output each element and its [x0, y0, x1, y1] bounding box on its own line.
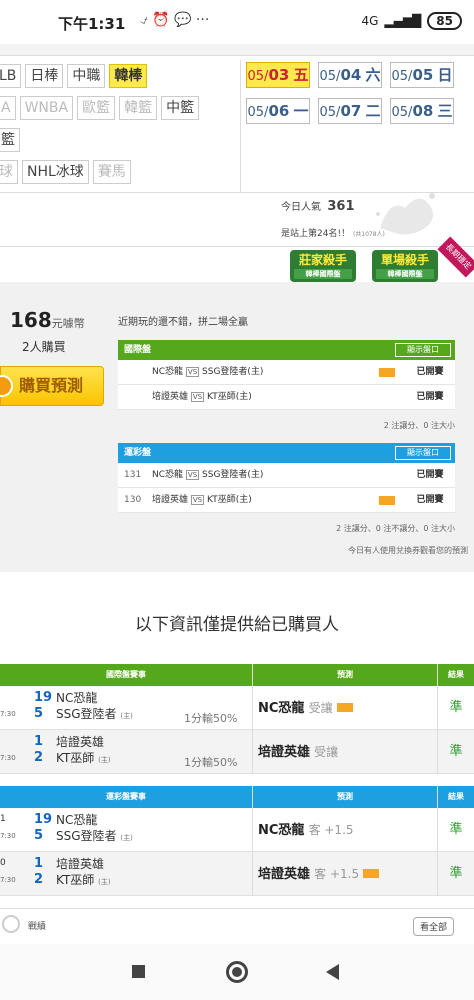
recents-icon[interactable] — [132, 965, 145, 978]
single-killer-badge: 單場殺手 韓棒國際盤 — [372, 250, 438, 282]
table-header: 運彩盤 顯示盤口 — [118, 443, 455, 463]
network-icon: 4G — [361, 14, 379, 28]
exchange-note: 今日有人使用兌換券觀看您的預測 — [348, 546, 468, 555]
record-label: 戰績 — [28, 922, 47, 932]
category-tag[interactable]: 中籃 — [161, 96, 200, 120]
table-header: 國際盤 顯示盤口 — [118, 340, 455, 360]
buy-prediction-button[interactable]: 購買預測 — [0, 366, 104, 406]
status-time: 下午1:31 — [58, 15, 126, 33]
lottery-odds-table: 運彩盤 顯示盤口 131 NC恐龍 VS SSG登陸者(主) 已開賽 130 培證… — [118, 443, 455, 513]
date-tab[interactable]: 05/07 二 — [318, 98, 382, 124]
category-tag[interactable]: NHL冰球 — [22, 160, 89, 184]
show-odds-button[interactable]: 顯示盤口 — [395, 446, 451, 460]
view-all-button[interactable]: 看全部 — [412, 917, 454, 936]
predictor-note: 近期玩的還不錯，拼二場全贏 — [118, 317, 248, 328]
table-row: 131 NC恐龍 VS SSG登陸者(主) 已開賽 — [118, 463, 455, 488]
hot-icon — [379, 368, 395, 377]
back-icon[interactable] — [326, 964, 339, 980]
buyer-count: 2人購買 — [22, 340, 66, 354]
category-tag[interactable]: 中職 — [67, 64, 106, 88]
category-tag[interactable]: A — [0, 96, 16, 120]
record-icon — [2, 915, 20, 933]
battery-icon: 85 — [427, 12, 462, 30]
table-row: 7:30 19 5 NC恐龍 SSG登陸者 (主) 1分輸50% NC恐龍 受讓 準 — [0, 686, 474, 730]
category-tag[interactable]: 歐籃 — [77, 96, 116, 120]
table-row: 培證英雄 VS KT巫師(主) 已開賽 — [118, 385, 455, 410]
category-tag-selected[interactable]: 韓棒 — [109, 64, 148, 88]
table-header: 運彩盤賽事 預測 結果 — [0, 786, 474, 808]
date-tab[interactable]: 05/05 日 — [390, 62, 454, 88]
status-right: 4G ▂▄▆█ 85 — [361, 12, 462, 30]
table-row: NC恐龍 VS SSG登陸者(主) 已開賽 — [118, 360, 455, 385]
intl-results-table: 國際盤賽事 預測 結果 7:30 19 5 NC恐龍 SSG登陸者 (主) 1分輸5… — [0, 664, 474, 774]
lottery-results-table: 運彩盤賽事 預測 結果 1 7:30 19 5 NC恐龍 SSG登陸者 (主) NC… — [0, 786, 474, 896]
status-icons: ⍻ ⏰ 💬 ··· — [140, 12, 210, 28]
stable-ribbon: 長期穩定 — [437, 236, 474, 278]
category-row: A WNBA 歐籃 韓籃 中籃 — [0, 96, 200, 122]
date-tab[interactable]: 05/08 三 — [390, 98, 454, 124]
hot-icon — [336, 703, 353, 712]
category-tag[interactable]: WNBA — [19, 96, 74, 120]
system-nav-bar — [0, 944, 474, 1000]
buyers-only-notice: 以下資訊僅提供給已購買人 — [135, 615, 339, 635]
category-tag[interactable]: 籃 — [0, 128, 20, 152]
date-tab[interactable]: 05/04 六 — [318, 62, 382, 88]
show-odds-button[interactable]: 顯示盤口 — [395, 343, 451, 357]
table-row: 130 培證英雄 VS KT巫師(主) 已開賽 — [118, 488, 455, 513]
dealer-killer-badge: 莊家殺手 韓棒國際盤 — [290, 250, 356, 282]
table-row: 0 7:30 12 培證英雄 KT巫師 (主) 培證英雄 客 +1.5 準 — [0, 852, 474, 896]
category-tag[interactable]: 賽馬 — [92, 160, 131, 184]
record-bar: 戰績 看全部 — [0, 908, 474, 940]
intl-summary: 2 注讓分、0 注大小 — [383, 421, 455, 430]
date-tab-selected[interactable]: 05/03 五 — [246, 62, 310, 88]
intl-odds-table: 國際盤 顯示盤口 NC恐龍 VS SSG登陸者(主) 已開賽 培證英雄 VS KT… — [118, 340, 455, 410]
splash-decoration-icon — [376, 193, 435, 235]
date-tab[interactable]: 05/06 一 — [246, 98, 310, 124]
category-tag[interactable]: 韓籃 — [119, 96, 158, 120]
category-tag[interactable]: 日棒 — [25, 64, 64, 88]
table-row: 1 7:30 19 5 NC恐龍 SSG登陸者 (主) NC恐龍 客 +1.5 準 — [0, 808, 474, 852]
divider — [240, 60, 241, 192]
category-tag[interactable]: LB — [0, 64, 22, 88]
category-row: 球 NHL冰球 賽馬 — [0, 160, 131, 186]
home-icon[interactable] — [226, 961, 248, 983]
table-header: 國際盤賽事 預測 結果 — [0, 664, 474, 686]
coin-icon — [0, 375, 13, 397]
category-row: LB 日棒 中職 韓棒 — [0, 64, 148, 90]
top-divider — [0, 44, 474, 56]
popularity: 今日人氣 361 — [281, 199, 355, 214]
price: 168元噱幣 — [10, 308, 85, 332]
category-row: 籃 — [0, 128, 20, 154]
status-bar: 下午1:31 ⍻ ⏰ 💬 ··· 4G ▂▄▆█ 85 — [0, 0, 474, 44]
hot-icon — [363, 869, 380, 878]
signal-icon: ▂▄▆█ — [384, 14, 422, 28]
divider — [0, 246, 474, 247]
table-row: 7:30 12 培證英雄 KT巫師 (主) 1分輸50% 培證英雄 受讓 準 — [0, 730, 474, 774]
hot-icon — [379, 496, 395, 505]
category-tag[interactable]: 球 — [0, 160, 18, 184]
lottery-summary: 2 注讓分、0 注不讓分、0 注大小 — [336, 524, 455, 533]
